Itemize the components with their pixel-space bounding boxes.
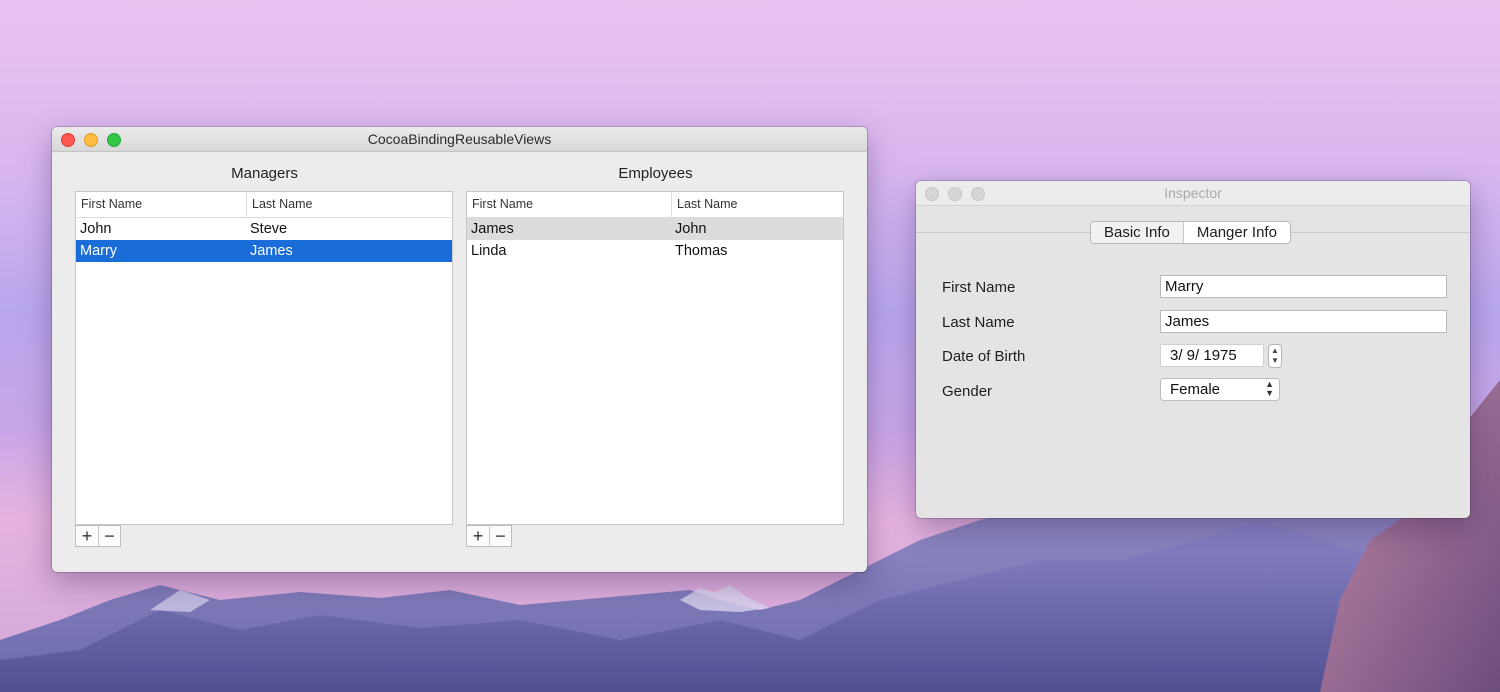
minimize-button[interactable]	[948, 187, 962, 201]
cell-first-name: Marry	[80, 243, 118, 259]
main-window: CocoaBindingReusableViews Managers First…	[52, 127, 867, 572]
employees-add-remove-control: + −	[466, 525, 512, 547]
table-row-selected[interactable]: Marry James	[76, 240, 452, 262]
cell-last-name: Thomas	[675, 243, 728, 259]
column-header-first-name[interactable]: First Name	[467, 192, 672, 217]
gender-label: Gender	[942, 383, 993, 400]
last-name-label: Last Name	[942, 314, 1015, 331]
managers-table-header: First Name Last Name	[76, 192, 452, 218]
cell-first-name: John	[80, 221, 112, 237]
cell-first-name: Linda	[471, 243, 507, 259]
cell-last-name: John	[675, 221, 707, 237]
inspector-window: Inspector Basic Info Manger Info First N…	[916, 181, 1470, 518]
chevron-up-down-icon: ▲ ▼	[1265, 379, 1274, 398]
window-title: CocoaBindingReusableViews	[367, 131, 552, 147]
chevron-up-icon[interactable]: ▲	[1269, 346, 1281, 356]
cell-last-name: James	[250, 243, 293, 259]
column-header-last-name[interactable]: Last Name	[247, 192, 452, 217]
column-header-first-name[interactable]: First Name	[76, 192, 247, 217]
close-button[interactable]	[61, 133, 75, 147]
close-button[interactable]	[925, 187, 939, 201]
managers-add-remove-control: + −	[75, 525, 121, 547]
inspector-title: Inspector	[1164, 185, 1222, 201]
add-employee-button[interactable]: +	[467, 526, 489, 546]
date-of-birth-label: Date of Birth	[942, 348, 1026, 365]
column-header-last-name[interactable]: Last Name	[672, 192, 843, 217]
remove-employee-button[interactable]: −	[489, 526, 511, 546]
chevron-down-icon[interactable]: ▼	[1269, 356, 1281, 366]
date-stepper[interactable]: ▲ ▼	[1268, 344, 1282, 368]
inspector-window-controls	[925, 187, 985, 201]
gender-select[interactable]: Female ▲ ▼	[1160, 378, 1280, 401]
add-manager-button[interactable]: +	[76, 526, 98, 546]
employees-table-header: First Name Last Name	[467, 192, 843, 218]
gender-selected-value: Female	[1170, 381, 1221, 398]
table-row[interactable]: John Steve	[76, 218, 452, 240]
inspector-tabs: Basic Info Manger Info	[1090, 221, 1291, 244]
managers-title: Managers	[231, 165, 298, 182]
managers-table[interactable]: First Name Last Name John Steve Marry Ja…	[75, 191, 453, 525]
tab-basic-info[interactable]: Basic Info	[1091, 222, 1184, 243]
main-window-titlebar[interactable]: CocoaBindingReusableViews	[52, 127, 867, 152]
tab-manager-info[interactable]: Manger Info	[1184, 222, 1290, 243]
minimize-button[interactable]	[84, 133, 98, 147]
employees-title: Employees	[618, 165, 693, 182]
remove-manager-button[interactable]: −	[98, 526, 120, 546]
date-of-birth-field[interactable]: 3/ 9/ 1975	[1160, 344, 1264, 367]
cell-last-name: Steve	[250, 221, 288, 237]
inspector-titlebar[interactable]: Inspector	[916, 181, 1470, 206]
first-name-label: First Name	[942, 279, 1016, 296]
employees-table[interactable]: First Name Last Name James John Linda Th…	[466, 191, 844, 525]
last-name-field[interactable]: James	[1160, 310, 1447, 333]
table-row[interactable]: Linda Thomas	[467, 240, 843, 262]
table-row-selected-inactive[interactable]: James John	[467, 218, 843, 240]
zoom-button[interactable]	[971, 187, 985, 201]
window-controls	[61, 133, 121, 147]
zoom-button[interactable]	[107, 133, 121, 147]
first-name-field[interactable]: Marry	[1160, 275, 1447, 298]
cell-first-name: James	[471, 221, 514, 237]
